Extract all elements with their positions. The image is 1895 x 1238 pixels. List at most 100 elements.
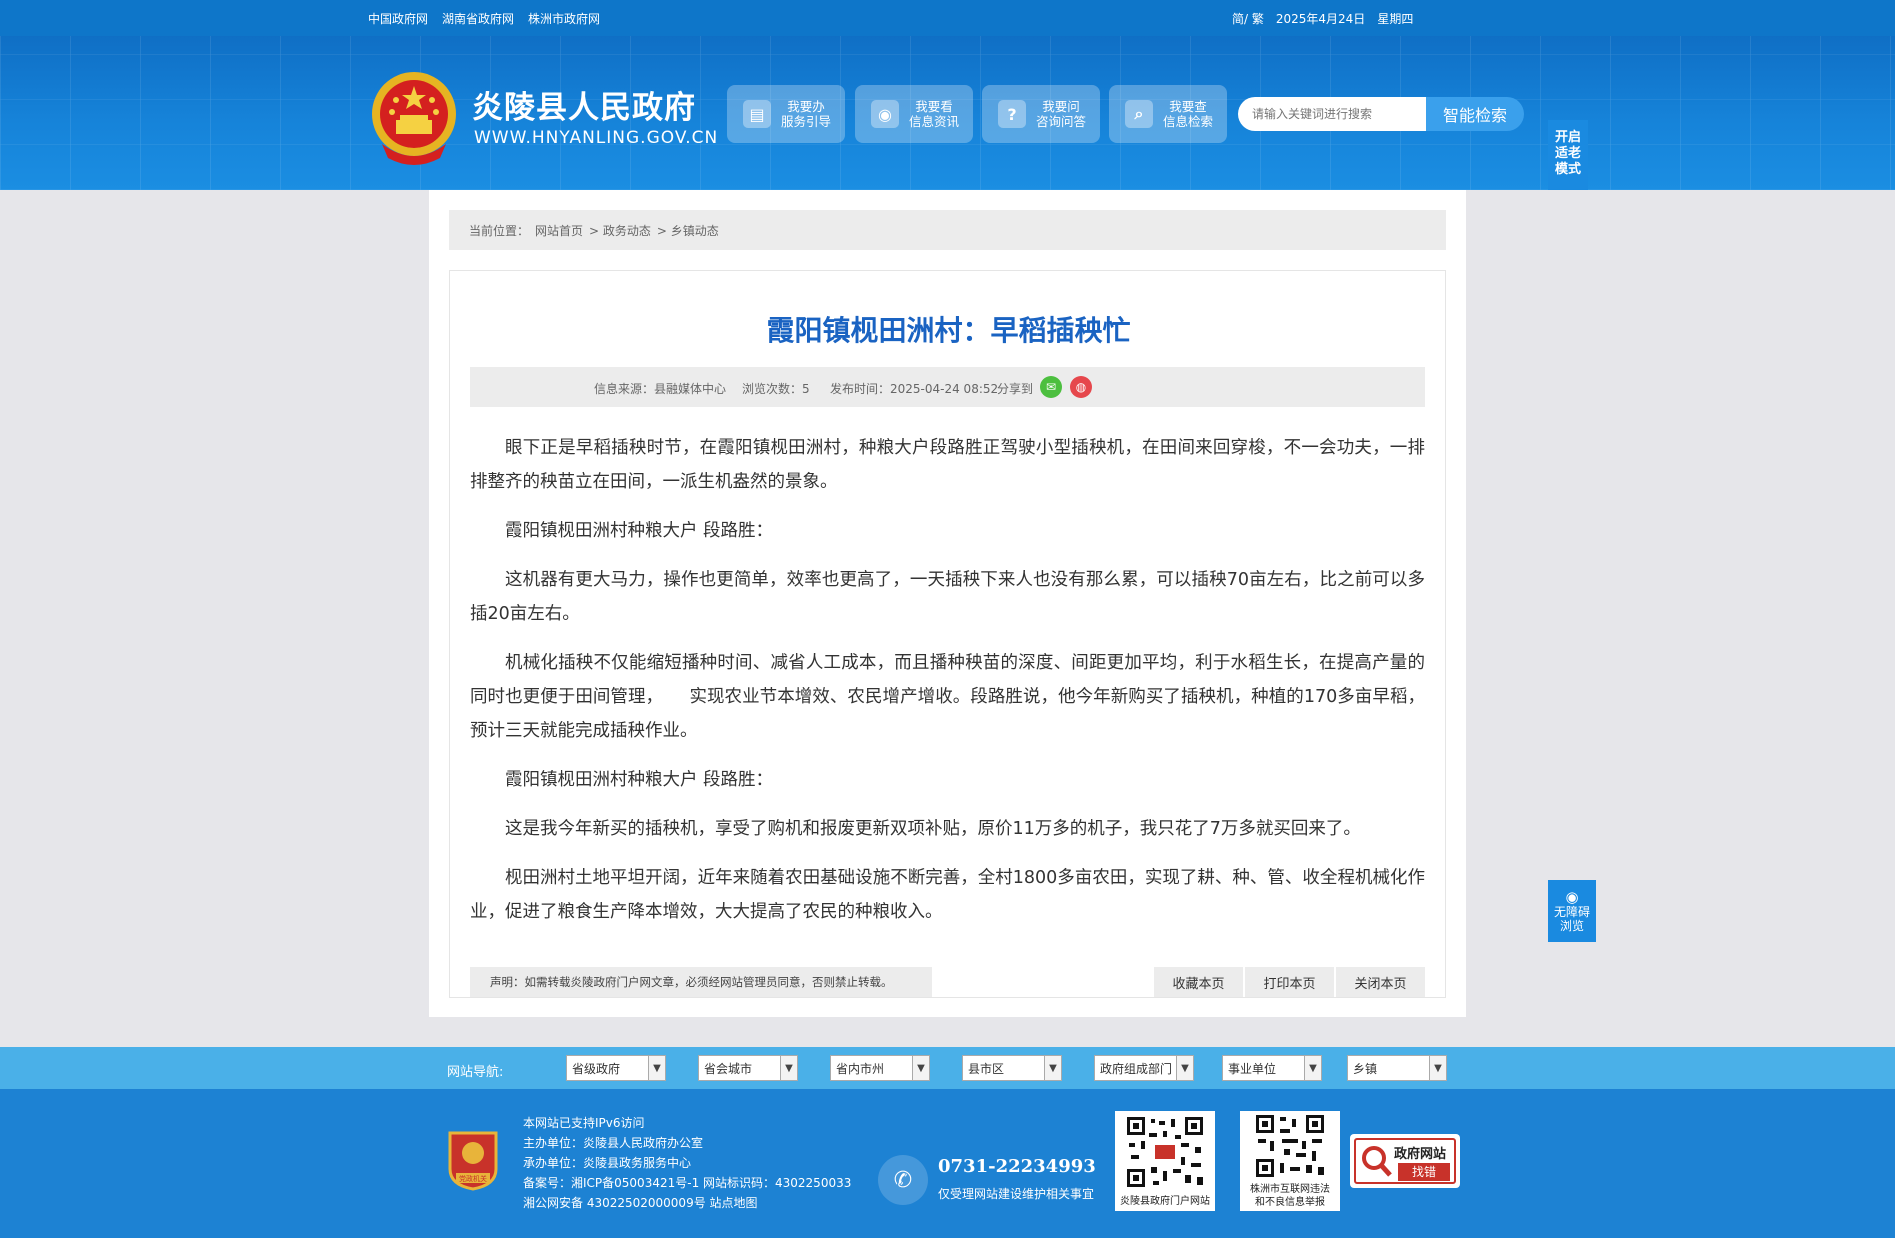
icp-record[interactable]: 备案号：湘ICP备05003421号-1 网站标识码：4302250033 [523,1173,851,1193]
error-report-title: 政府网站 [1394,1147,1447,1162]
eye-icon: ◉ [871,100,899,128]
smart-search-button[interactable]: 智能检索 [1426,97,1524,131]
select-province-cities[interactable]: 省内市州 ▼ [830,1055,930,1081]
select-value: 政府组成部门 [1100,1061,1173,1076]
accessibility-text: 浏览 [1559,919,1584,933]
qr-code-report: 株洲市互联网违法 和不良信息举报 [1240,1111,1340,1211]
site-header: 炎陵县人民政府 WWW.HNYANLING.GOV.CN ▤ 我要办 服务引导 ◉… [0,36,1895,190]
breadcrumb-label: 当前位置： [469,223,530,238]
article-paragraph: 眼下正是早稻插秧时节，在霞阳镇枧田洲村，种粮大户段路胜正驾驶小型插秧机，在田间来… [470,438,1425,492]
question-icon: ? [998,100,1026,128]
site-navigation-bar: 网站导航: 省级政府 ▼ 省会城市 ▼ 省内市州 ▼ 县市区 ▼ 政府组成部门 ▼ 事业单… [0,1047,1895,1089]
chevron-down-icon: ▼ [1176,1056,1193,1080]
article-title: 霞阳镇枧田洲村：早稻插秧忙 [766,314,1131,347]
select-public-institutions[interactable]: 事业单位 ▼ [1222,1055,1322,1081]
chevron-down-icon: ▼ [1429,1056,1446,1080]
article-paragraph: 霞阳镇枧田洲村种粮大户 段路胜： [505,521,774,541]
select-value: 省级政府 [572,1061,621,1076]
eye-icon: ◉ [1565,888,1579,906]
service-title: 我要查 [1169,99,1207,114]
police-record[interactable]: 湘公网安备 43022502000009号 站点地图 [523,1193,851,1213]
service-button-search[interactable]: ⌕ 我要查 信息检索 [1109,85,1227,143]
site-url: WWW.HNYANLING.GOV.CN [474,128,719,148]
service-title: 我要问 [1042,99,1080,114]
service-subtitle: 信息资讯 [909,114,960,129]
select-value: 事业单位 [1228,1061,1277,1076]
service-button-view[interactable]: ◉ 我要看 信息资讯 [855,85,973,143]
qr-caption: 株洲市互联网违法 和不良信息举报 [1240,1183,1340,1209]
top-bar: 中国政府网 湖南省政府网 株洲市政府网 简/ 繁 2025年4月24日 星期四 [0,0,1895,36]
lang-switch[interactable]: 简/ 繁 [1232,10,1264,27]
select-value: 省会城市 [704,1061,753,1076]
link-china-gov[interactable]: 中国政府网 [368,10,428,27]
service-title: 我要办 [787,99,825,114]
share-label: 分享到 [997,382,1034,396]
qr-caption-line: 株洲市互联网违法 [1250,1184,1330,1195]
article-views: 浏览次数：5 [742,382,810,396]
close-page-button[interactable]: 关闭本页 [1336,967,1425,997]
main-panel: 当前位置： 网站首页 > 政务动态 > 乡镇动态 霞阳镇枧田洲村：早稻插秧忙 信… [429,190,1466,1017]
phone-icon: ✆ [878,1155,928,1205]
chevron-down-icon: ▼ [780,1056,797,1080]
elder-mode-text: 模式 [1554,162,1581,177]
site-nav-label: 网站导航: [447,1065,504,1080]
current-weekday: 星期四 [1377,12,1414,26]
select-capital-cities[interactable]: 省会城市 ▼ [698,1055,798,1081]
ipv6-note: 本网站已支持IPv6访问 [523,1116,645,1130]
article-source: 信息来源：县融媒体中心 [594,382,727,396]
service-button-ask[interactable]: ? 我要问 咨询问答 [982,85,1100,143]
error-report-label: 找错 [1398,1163,1450,1181]
article-paragraph: 霞阳镇枧田洲村种粮大户 段路胜： [505,770,774,790]
qr-code-icon [1256,1115,1324,1177]
current-date: 2025年4月24日 [1275,12,1366,26]
article-paragraph: 机械化插秧不仅能缩短播种时间、减省人工成本，而且播种秧苗的深度、间距更加平均，利… [470,653,1425,741]
elder-mode-toggle[interactable]: 开启 适老 模式 [1548,120,1588,190]
sponsor: 主办单位：炎陵县人民政府办公室 [523,1136,704,1150]
accessibility-text: 无障碍 [1553,905,1590,919]
service-subtitle: 咨询问答 [1036,114,1087,129]
select-value: 县市区 [968,1061,1005,1076]
organizer: 承办单位：炎陵县政务服务中心 [523,1156,692,1170]
breadcrumb-town-news[interactable]: > 乡镇动态 [657,222,719,239]
chevron-down-icon: ▼ [1044,1056,1061,1080]
article-content: 眼下正是早稻插秧时节，在霞阳镇枧田洲村，种粮大户段路胜正驾驶小型插秧机，在田间来… [470,431,1425,944]
breadcrumb: 当前位置： 网站首页 > 政务动态 > 乡镇动态 [449,210,1446,250]
select-value: 乡镇 [1353,1061,1378,1076]
elder-mode-text: 适老 [1554,146,1581,161]
weibo-share-icon[interactable]: ◍ [1070,376,1092,398]
qr-caption-line: 和不良信息举报 [1255,1197,1325,1208]
select-gov-departments[interactable]: 政府组成部门 ▼ [1094,1055,1194,1081]
select-value: 省内市州 [836,1061,885,1076]
article-meta: 信息来源：县融媒体中心 浏览次数：5 发布时间：2025-04-24 08:52… [470,367,1425,407]
national-emblem-icon [372,72,456,165]
service-button-handle[interactable]: ▤ 我要办 服务引导 [727,85,845,143]
qr-code-icon [1125,1115,1205,1189]
accessibility-button[interactable]: ◉ 无障碍 浏览 [1548,880,1596,942]
phone-note: 仅受理网站建设维护相关事宜 [938,1187,1095,1201]
select-provincial-gov[interactable]: 省级政府 ▼ [566,1055,666,1081]
top-right: 简/ 繁 2025年4月24日 星期四 [1232,10,1413,27]
wechat-share-icon[interactable]: ✉ [1040,376,1062,398]
search-input[interactable] [1238,97,1426,131]
footer-info: 本网站已支持IPv6访问 主办单位：炎陵县人民政府办公室 承办单位：炎陵县政务服… [523,1113,851,1213]
breadcrumb-home[interactable]: 网站首页 [535,222,583,239]
link-zhuzhou-gov[interactable]: 株洲市政府网 [528,10,600,27]
article-paragraph: 这机器有更大马力，操作也更简单，效率也更高了，一天插秧下来人也没有那么累，可以插… [470,570,1425,624]
gov-site-error-report-button[interactable]: 政府网站 找错 [1350,1134,1460,1188]
service-subtitle: 信息检索 [1163,114,1214,129]
bookmark-page-button[interactable]: 收藏本页 [1154,967,1243,997]
chevron-down-icon: ▼ [1304,1056,1321,1080]
chevron-down-icon: ▼ [912,1056,929,1080]
select-towns[interactable]: 乡镇 ▼ [1347,1055,1447,1081]
breadcrumb-gov-news[interactable]: > 政务动态 [589,222,651,239]
contact-phone: 0731-22234993 [938,1156,1096,1177]
article: 霞阳镇枧田洲村：早稻插秧忙 信息来源：县融媒体中心 浏览次数：5 发布时间：20… [449,270,1446,998]
service-title: 我要看 [915,99,953,114]
select-counties[interactable]: 县市区 ▼ [962,1055,1062,1081]
site-name: 炎陵县人民政府 [472,90,696,126]
link-hunan-gov[interactable]: 湖南省政府网 [442,10,514,27]
party-gov-badge-icon[interactable]: 党政机关 [446,1129,500,1191]
print-page-button[interactable]: 打印本页 [1245,967,1334,997]
qr-code-portal: 炎陵县政府门户网站 [1115,1111,1215,1211]
qr-caption: 炎陵县政府门户网站 [1120,1196,1210,1207]
